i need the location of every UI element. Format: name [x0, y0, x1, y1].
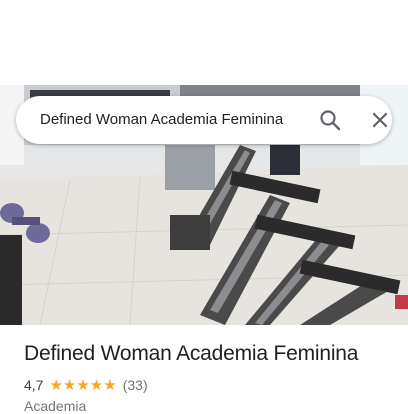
search-bar[interactable]: Defined Woman Academia Feminina	[16, 96, 392, 144]
top-blank-area	[0, 0, 408, 85]
search-icon[interactable]	[318, 108, 342, 132]
close-icon[interactable]	[368, 108, 392, 132]
place-category: Academia	[24, 398, 87, 414]
rating-value: 4,7	[24, 377, 44, 393]
rating-row[interactable]: 4,7 ★★★★★ (33)	[24, 376, 148, 394]
search-query-text[interactable]: Defined Woman Academia Feminina	[40, 111, 283, 128]
review-count[interactable]: (33)	[123, 377, 148, 393]
star-rating-icon: ★★★★★	[49, 377, 117, 394]
place-title[interactable]: Defined Woman Academia Feminina	[24, 342, 358, 366]
